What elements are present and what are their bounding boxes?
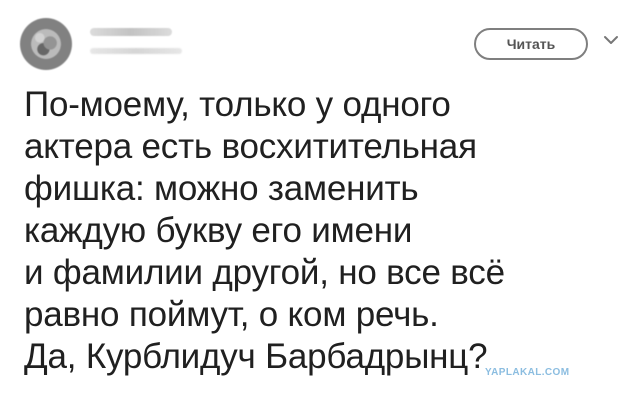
follow-button[interactable]: Читать <box>474 28 588 60</box>
tweet-card: Читать По-моему, только у одного актера … <box>0 0 640 401</box>
author-handle-blur <box>90 48 182 54</box>
tweet-text: По-моему, только у одного актера есть во… <box>24 85 505 376</box>
watermark: YAPLAKAL.COM <box>485 367 570 378</box>
avatar[interactable] <box>20 18 72 70</box>
author-name-blur <box>90 28 172 36</box>
chevron-down-icon[interactable] <box>602 31 620 49</box>
author-info <box>90 28 310 54</box>
